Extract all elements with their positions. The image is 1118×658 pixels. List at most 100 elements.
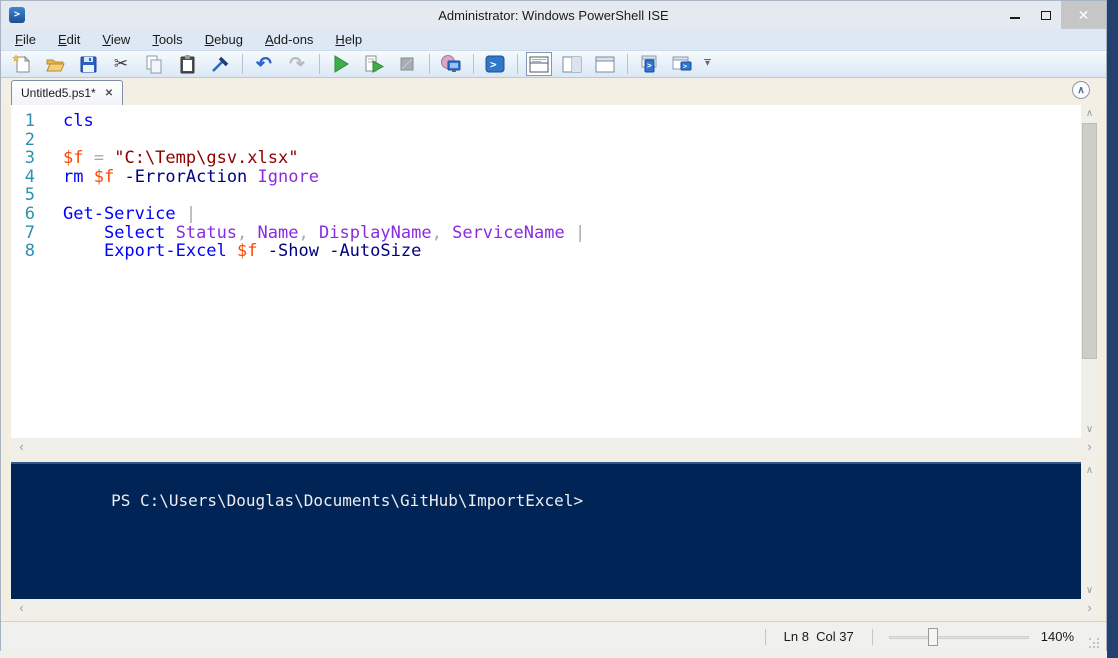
minimize-button[interactable] <box>999 1 1030 29</box>
clear-console-squeegee-icon <box>210 54 230 74</box>
menu-item-edit[interactable]: Edit <box>58 32 80 47</box>
overflow-arrow-icon: ▾ <box>705 58 710 69</box>
scrollbar-thumb[interactable] <box>1082 123 1097 359</box>
code-text: Select Status, Name, DisplayName, Servic… <box>63 224 585 243</box>
code-text: $f = "C:\Temp\gsv.xlsx" <box>63 149 298 168</box>
code-text: Export-Excel $f -Show -AutoSize <box>63 242 421 261</box>
code-line[interactable]: 3$f = "C:\Temp\gsv.xlsx" <box>11 149 1083 168</box>
zoom-slider-thumb[interactable] <box>928 628 938 646</box>
menu-item-debug[interactable]: Debug <box>205 32 243 47</box>
redo-icon: ↷ <box>289 55 305 74</box>
code-text: Get-Service | <box>63 205 196 224</box>
scroll-left-icon[interactable]: ‹ <box>13 599 30 618</box>
scroll-up-icon[interactable]: ∧ <box>1081 105 1098 122</box>
menu-bar: File Edit View Tools Debug Add-ons Help <box>1 29 1106 51</box>
save-button[interactable] <box>75 52 101 76</box>
statusbar-separator <box>765 629 766 645</box>
title-bar: > Administrator: Windows PowerShell ISE … <box>1 1 1106 29</box>
cut-icon: ✂ <box>114 54 128 74</box>
menu-item-view[interactable]: View <box>102 32 130 47</box>
new-powershell-tab-button[interactable]: > <box>636 52 662 76</box>
cursor-position: Ln 8 Col 37 <box>784 629 854 644</box>
window-title: Administrator: Windows PowerShell ISE <box>1 8 1106 23</box>
toolbar: ✂ ↶ ↷ <box>1 51 1106 78</box>
editor-vertical-scrollbar[interactable]: ∧ ∨ <box>1081 105 1098 438</box>
cut-button[interactable]: ✂ <box>108 52 134 76</box>
editor-horizontal-scrollbar[interactable]: ‹ › <box>11 438 1100 457</box>
svg-text:>: > <box>647 61 652 70</box>
undo-button[interactable]: ↶ <box>251 52 277 76</box>
code-line[interactable]: 4rm $f -ErrorAction Ignore <box>11 168 1083 187</box>
code-text: cls <box>63 112 94 131</box>
start-powershell-button[interactable]: > <box>482 52 508 76</box>
code-line[interactable]: 2 <box>11 131 1083 150</box>
line-number: 5 <box>11 186 63 205</box>
scroll-up-icon[interactable]: ∧ <box>1081 462 1098 479</box>
editor-code: 1cls23$f = "C:\Temp\gsv.xlsx"4rm $f -Err… <box>11 112 1083 261</box>
paste-button[interactable] <box>174 52 200 76</box>
code-line[interactable]: 5 <box>11 186 1083 205</box>
toolbar-overflow-button[interactable]: ▾ <box>704 59 711 69</box>
toolbar-separator <box>517 54 518 74</box>
code-line[interactable]: 7 Select Status, Name, DisplayName, Serv… <box>11 224 1083 243</box>
line-number: 1 <box>11 112 63 131</box>
open-script-button[interactable] <box>42 52 68 76</box>
zoom-slider-track[interactable] <box>889 636 1029 639</box>
run-script-icon <box>331 54 351 74</box>
menu-item-file[interactable]: File <box>15 32 36 47</box>
zoom-level: 140% <box>1041 629 1074 644</box>
new-script-icon <box>12 54 32 74</box>
new-powershell-tab-alt-button[interactable]: > <box>669 52 695 76</box>
menu-item-help[interactable]: Help <box>335 32 362 47</box>
show-script-pane-right-button[interactable] <box>559 52 585 76</box>
maximize-button[interactable] <box>1030 1 1061 29</box>
toolbar-separator <box>319 54 320 74</box>
tab-untitled5[interactable]: Untitled5.ps1* ✕ <box>11 80 123 105</box>
close-button[interactable]: ✕ <box>1061 1 1106 29</box>
clear-console-pane-button[interactable] <box>207 52 233 76</box>
run-script-button[interactable] <box>328 52 354 76</box>
redo-button[interactable]: ↷ <box>284 52 310 76</box>
scroll-down-icon[interactable]: ∨ <box>1081 421 1098 438</box>
scroll-right-icon[interactable]: › <box>1081 438 1098 457</box>
scroll-left-icon[interactable]: ‹ <box>13 438 30 457</box>
console-horizontal-scrollbar[interactable]: ‹ › <box>11 599 1100 618</box>
svg-text:>: > <box>490 58 497 71</box>
collapse-script-pane-button[interactable]: ∧ <box>1072 81 1090 99</box>
tab-close-icon[interactable]: ✕ <box>105 88 113 99</box>
show-script-pane-maximized-button[interactable] <box>592 52 618 76</box>
new-remote-powershell-tab-button[interactable] <box>438 52 464 76</box>
show-script-pane-top-button[interactable] <box>526 52 552 76</box>
code-line[interactable]: 1cls <box>11 112 1083 131</box>
powershell-icon: > <box>485 54 505 74</box>
new-script-button[interactable] <box>9 52 35 76</box>
stop-icon <box>397 54 417 74</box>
chevron-up-icon: ∧ <box>1077 85 1084 96</box>
screen: > Administrator: Windows PowerShell ISE … <box>0 0 1118 658</box>
remote-computer-icon <box>440 54 462 74</box>
resize-grip[interactable] <box>1088 637 1102 651</box>
stop-operation-button[interactable] <box>394 52 420 76</box>
tab-label: Untitled5.ps1* <box>21 86 96 100</box>
powershell-tab-alt-icon: > <box>671 54 693 74</box>
menu-item-tools[interactable]: Tools <box>152 32 182 47</box>
grip-dots-icon <box>1089 638 1091 640</box>
toolbar-separator <box>473 54 474 74</box>
desktop-background <box>1107 0 1118 658</box>
menu-item-addons[interactable]: Add-ons <box>265 32 313 47</box>
powershell-tab-icon: > <box>638 54 660 74</box>
run-selection-button[interactable] <box>361 52 387 76</box>
run-selection-icon <box>364 54 384 74</box>
desktop-background <box>0 651 1107 658</box>
script-editor[interactable]: 1cls23$f = "C:\Temp\gsv.xlsx"4rm $f -Err… <box>11 105 1083 438</box>
line-number: 3 <box>11 149 63 168</box>
console-vertical-scrollbar[interactable]: ∧ ∨ <box>1081 462 1098 599</box>
line-number: 8 <box>11 242 63 261</box>
copy-button[interactable] <box>141 52 167 76</box>
console-pane[interactable]: PS C:\Users\Douglas\Documents\GitHub\Imp… <box>11 462 1083 599</box>
zoom-slider[interactable] <box>889 628 1029 646</box>
code-line[interactable]: 8 Export-Excel $f -Show -AutoSize <box>11 242 1083 261</box>
scroll-right-icon[interactable]: › <box>1081 599 1098 618</box>
code-line[interactable]: 6Get-Service | <box>11 205 1083 224</box>
scroll-down-icon[interactable]: ∨ <box>1081 582 1098 599</box>
